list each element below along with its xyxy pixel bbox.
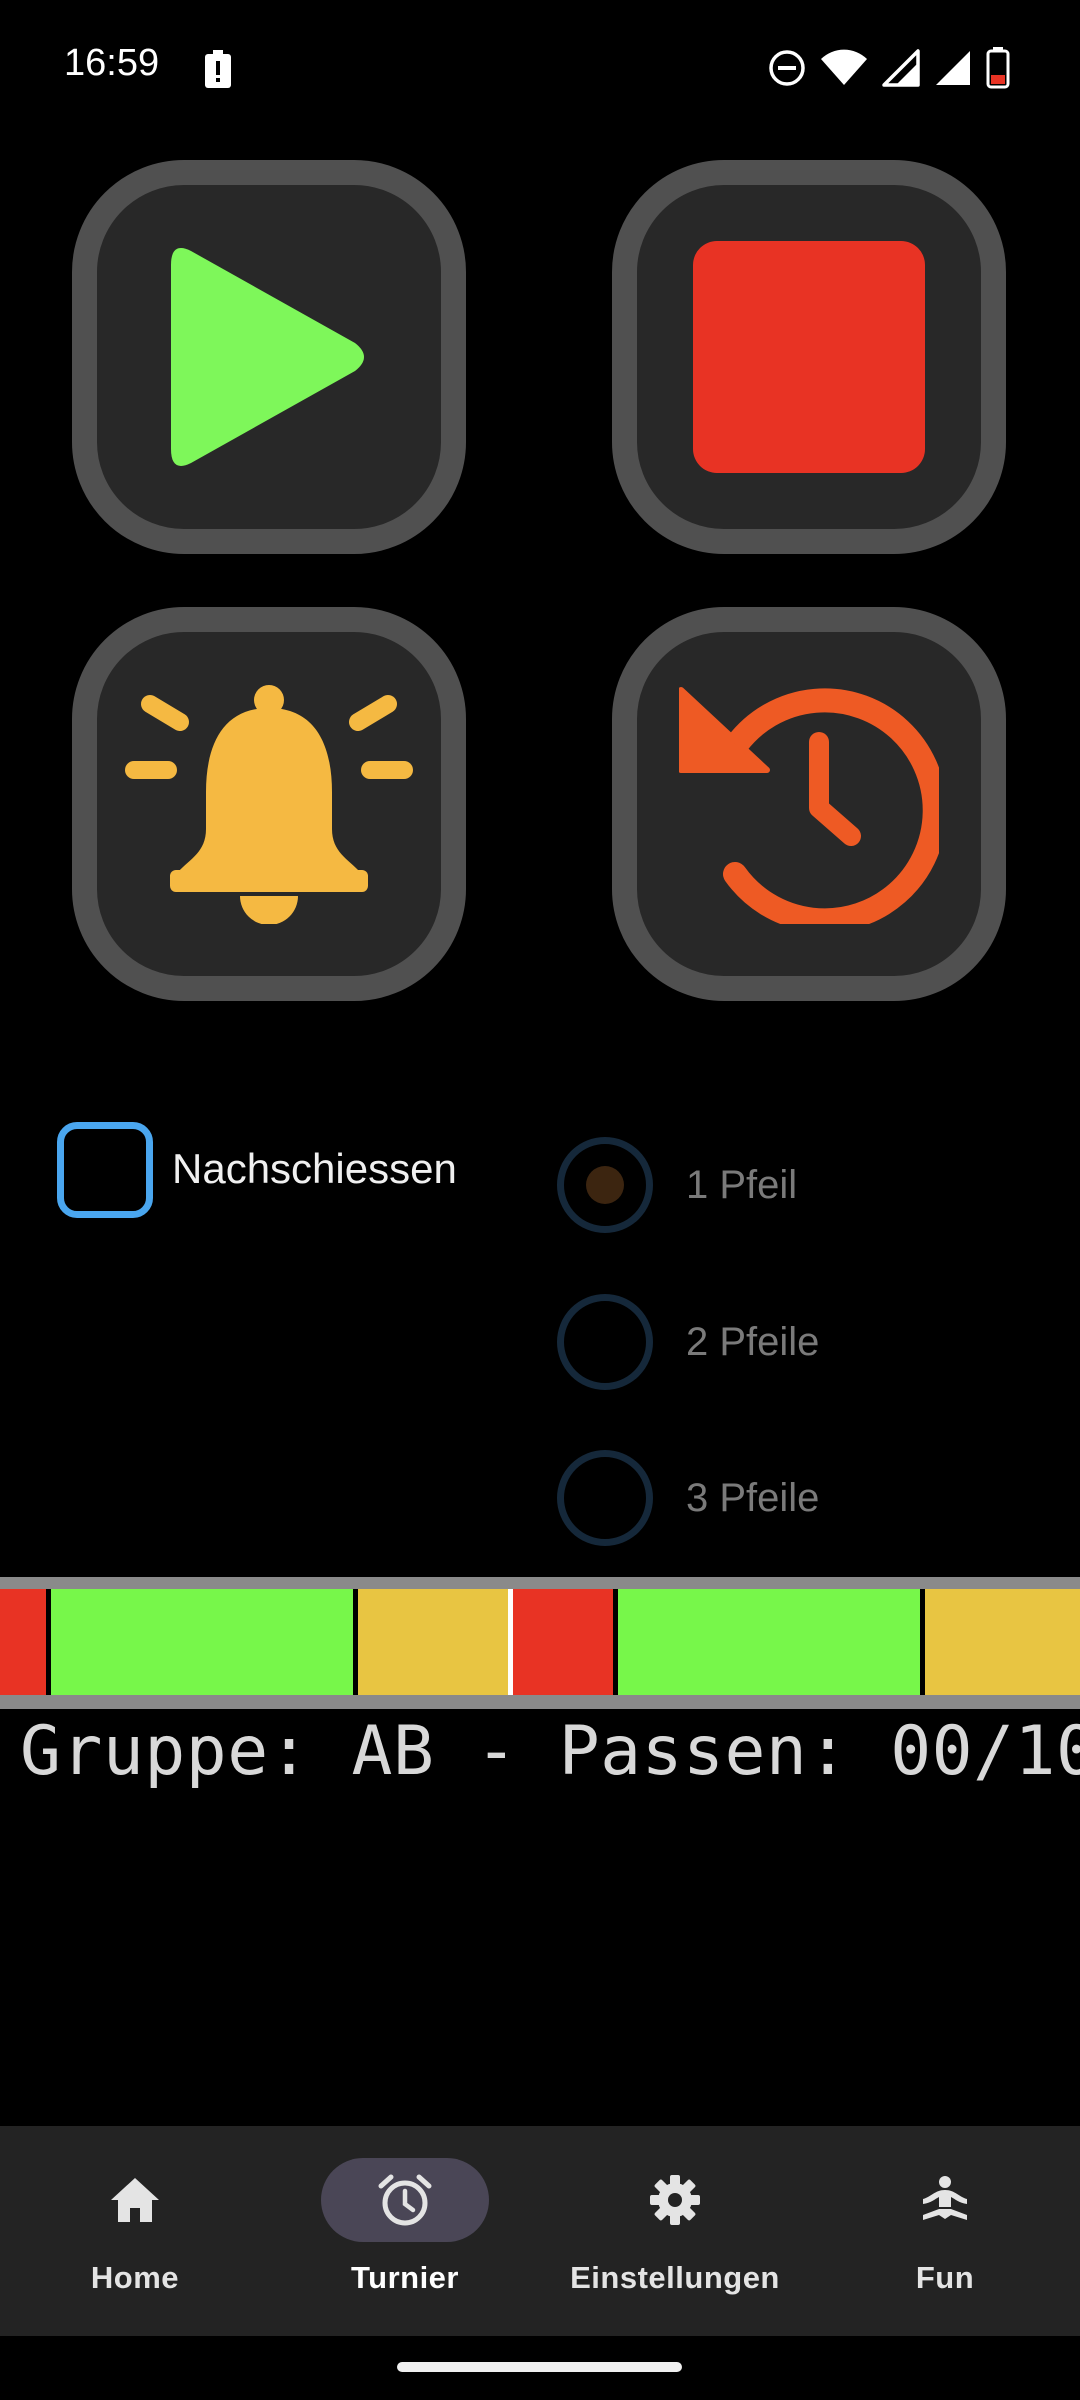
nav-pill-active: [321, 2158, 489, 2242]
meditation-icon: [923, 2176, 967, 2220]
history-icon: [679, 687, 939, 924]
signal-icon: [936, 51, 970, 85]
stop-button[interactable]: [612, 160, 1006, 554]
timeline-segment-red: [0, 1589, 46, 1695]
radio-1-pfeil[interactable]: [557, 1137, 653, 1233]
battery-low-icon: [986, 47, 1010, 89]
play-button[interactable]: [72, 160, 466, 554]
home-indicator[interactable]: [397, 2362, 682, 2372]
nav-label-einstellungen: Einstellungen: [570, 2260, 780, 2295]
home-icon: [111, 2178, 159, 2222]
nav-pill: [51, 2158, 219, 2242]
nachschiessen-checkbox[interactable]: [57, 1122, 153, 1218]
nav-pill: [861, 2158, 1029, 2242]
bottom-navigation: Home Turnier Einstellungen Fun: [0, 2126, 1080, 2336]
timeline-segment-green: [51, 1589, 353, 1695]
status-icons: [768, 46, 1010, 90]
radio-label-3-pfeile: 3 Pfeile: [686, 1476, 820, 1520]
wifi-icon: [821, 49, 867, 85]
radio-2-pfeile[interactable]: [557, 1294, 653, 1390]
status-time: 16:59: [64, 42, 160, 84]
nav-item-turnier[interactable]: Turnier: [270, 2126, 540, 2336]
timeline-segment-yellow: [358, 1589, 508, 1695]
nav-item-einstellungen[interactable]: Einstellungen: [540, 2126, 810, 2336]
nav-item-fun[interactable]: Fun: [810, 2126, 1080, 2336]
radio-label-2-pfeile: 2 Pfeile: [686, 1320, 820, 1364]
play-icon: [171, 248, 364, 466]
signal-icon: [882, 49, 920, 87]
bell-icon: [125, 685, 413, 924]
nav-label-home: Home: [90, 2260, 180, 2295]
nav-label-fun: Fun: [915, 2260, 975, 2295]
timeline-segment-red: [513, 1589, 613, 1695]
bell-button[interactable]: [72, 607, 466, 1001]
nav-label-turnier: Turnier: [351, 2260, 459, 2295]
nachschiessen-label: Nachschiessen: [172, 1145, 457, 1192]
timeline-segment-green: [618, 1589, 920, 1695]
radio-3-pfeile[interactable]: [557, 1450, 653, 1546]
radio-label-1-pfeil: 1 Pfeil: [686, 1163, 798, 1207]
group-passen-status: Gruppe: AB - Passen: 00/10: [20, 1712, 1080, 1791]
gear-icon: [650, 2175, 700, 2225]
stop-icon: [693, 241, 925, 473]
alarm-clock-icon: [378, 2174, 432, 2226]
do-not-disturb-icon: [769, 50, 805, 86]
alert-icon: [205, 50, 231, 88]
radio-selected-dot: [586, 1166, 624, 1204]
timeline-segment-yellow: [925, 1589, 1080, 1695]
history-button[interactable]: [612, 607, 1006, 1001]
status-bar: 16:59: [0, 0, 1080, 140]
timeline-bar: [0, 1577, 1080, 1709]
nav-pill: [591, 2158, 759, 2242]
nav-item-home[interactable]: Home: [0, 2126, 270, 2336]
